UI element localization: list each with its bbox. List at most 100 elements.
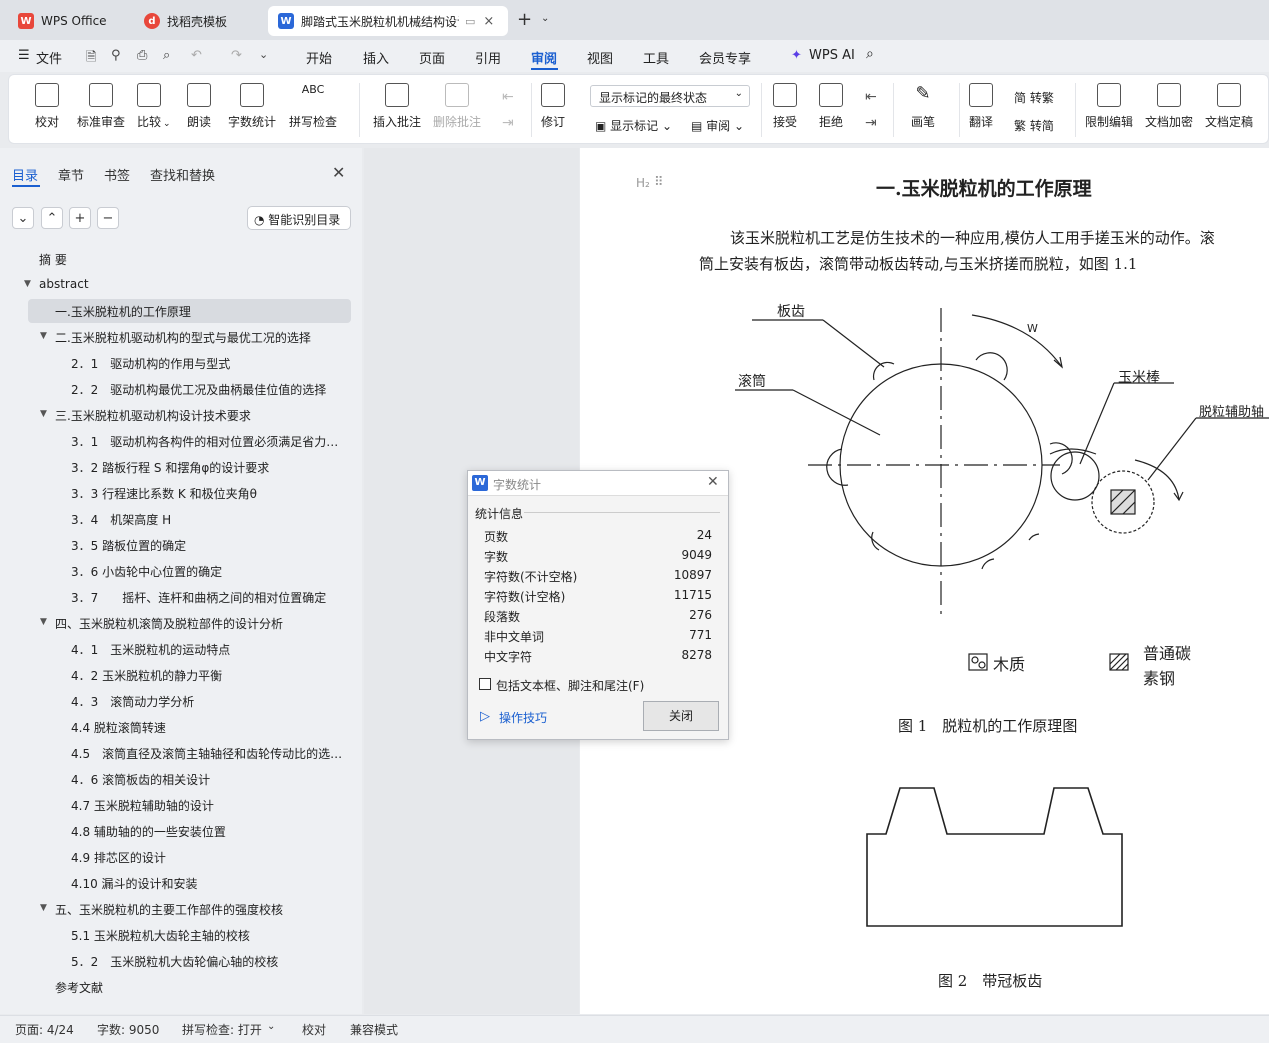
include-textbox-checkbox[interactable] [479,678,491,690]
chevron-down-icon[interactable]: ⌄ [259,48,268,61]
menu-review-active[interactable]: 审阅 [531,48,557,67]
toc-item[interactable]: 4．1 玉米脱粒机的运动特点 [71,641,345,658]
close-tab-icon[interactable]: × [483,14,494,29]
menu-tools[interactable]: 工具 [643,48,669,67]
toc-item[interactable]: 5.1 玉米脱粒机大齿轮主轴的校核 [71,927,345,944]
save-icon[interactable]: 🗎 [86,48,96,70]
tab-document[interactable]: W 脚踏式玉米脱粒机机械结构设计 ▭ × [268,6,508,36]
expand-toggle-icon[interactable]: ▼ [40,331,47,341]
show-markup-button[interactable]: ▣ 显示标记 ⌄ [595,117,672,134]
prev-comment-icon[interactable]: ⇤ [502,89,514,105]
next-change-icon[interactable]: ⇥ [865,115,877,131]
collapse-up-button[interactable]: ⌃ [41,207,63,229]
prev-change-icon[interactable]: ⇤ [865,89,877,105]
tab-wps-office[interactable]: W WPS Office [8,6,128,36]
toc-item[interactable]: 3．5 踏板位置的确定 [71,537,345,554]
toc-item[interactable]: 4.5 滚筒直径及滚筒主轴轴径和齿轮传动比的选… [71,745,345,762]
menu-references[interactable]: 引用 [475,48,501,67]
toc-item[interactable]: 四、玉米脱粒机滚筒及脱粒部件的设计分析 [55,615,345,632]
toc-item[interactable]: 4.7 玉米脱粒辅助轴的设计 [71,797,345,814]
accept-button[interactable]: 接受 [773,83,797,130]
next-comment-icon[interactable]: ⇥ [502,115,514,131]
toc-item[interactable]: 4.4 脱粒滚筒转速 [71,719,345,736]
new-tab-button[interactable]: + [517,9,532,30]
toc-item[interactable]: 2．2 驱动机构最优工况及曲柄最佳位值的选择 [71,381,345,398]
pen-button[interactable]: ✎ 画笔 [911,83,935,130]
toc-item[interactable]: 3．7 摇杆、连杆和曲柄之间的相对位置确定 [71,589,345,606]
status-page[interactable]: 页面: 4/24 [15,1021,74,1038]
status-proof[interactable]: 校对 [302,1021,326,1038]
doc-finalize-button[interactable]: 文档定稿 [1205,83,1253,130]
nav-tab-bookmark[interactable]: 书签 [104,165,130,184]
compare-button[interactable]: 比较 ⌄ [137,83,171,130]
toc-item[interactable]: 5．2 玉米脱粒机大齿轮偏心轴的校核 [71,953,345,970]
toc-item[interactable]: 参考文献 [55,979,345,996]
wps-ai-icon[interactable]: ✦ [791,48,802,63]
toc-item[interactable]: abstract [39,277,345,291]
print-preview-icon[interactable]: ⌕ [163,48,170,63]
nav-tab-find-replace[interactable]: 查找和替换 [150,165,215,184]
menu-insert[interactable]: 插入 [363,48,389,67]
review-pane-button[interactable]: ▤ 审阅 ⌄ [691,117,744,134]
standard-review-button[interactable]: 标准审查 [77,83,125,130]
menu-icon[interactable]: ☰ [18,48,30,63]
menu-file[interactable]: 文件 [36,48,62,67]
menu-home[interactable]: 开始 [306,48,332,67]
translate-button[interactable]: 翻译 [969,83,993,130]
toc-item[interactable]: 4.10 漏斗的设计和安装 [71,875,345,892]
share-icon[interactable]: ⚲ [111,48,121,63]
close-button[interactable]: 关闭 [643,701,719,731]
window-icon[interactable]: ▭ [465,15,475,28]
toc-item[interactable]: 2．1 驱动机构的作用与型式 [71,355,345,372]
smart-toc-button[interactable]: ◔ 智能识别目录 [247,206,351,230]
add-heading-button[interactable]: + [69,207,91,229]
reject-button[interactable]: 拒绝 [819,83,843,130]
nav-tab-chapter[interactable]: 章节 [58,165,84,184]
to-simplified-button[interactable]: 繁 转简 [1014,117,1054,134]
expand-toggle-icon[interactable]: ▼ [24,279,31,289]
redo-icon[interactable]: ↷ [231,48,242,63]
insert-comment-button[interactable]: 插入批注 [373,83,421,130]
toc-item[interactable]: 二.玉米脱粒机驱动机构的型式与最优工况的选择 [55,329,345,346]
toc-item[interactable]: 摘 要 [39,251,345,268]
menu-page[interactable]: 页面 [419,48,445,67]
toc-item[interactable]: 4.8 辅助轴的的一些安装位置 [71,823,345,840]
to-traditional-button[interactable]: 简 转繁 [1014,89,1054,106]
menu-view[interactable]: 视图 [587,48,613,67]
close-pane-icon[interactable]: ✕ [332,163,345,182]
undo-icon[interactable]: ↶ [191,48,202,63]
nav-tab-toc[interactable]: 目录 [12,165,38,184]
doc-encrypt-button[interactable]: 文档加密 [1145,83,1193,130]
markup-state-select[interactable]: 显示标记的最终状态 ⌄ [590,85,750,107]
delete-comment-button[interactable]: 删除批注 [433,83,481,130]
restrict-edit-button[interactable]: 限制编辑 [1085,83,1133,130]
chevron-down-icon[interactable]: ⌄ [267,1021,275,1032]
expand-down-button[interactable]: ⌄ [12,207,34,229]
toc-item[interactable]: 4．2 玉米脱粒机的静力平衡 [71,667,345,684]
toc-item[interactable]: 三.玉米脱粒机驱动机构设计技术要求 [55,407,345,424]
tips-link[interactable]: 操作技巧 [499,709,547,726]
expand-toggle-icon[interactable]: ▼ [40,409,47,419]
menu-member[interactable]: 会员专享 [699,48,751,67]
toc-item[interactable]: 4.9 排芯区的设计 [71,849,345,866]
revise-button[interactable]: 修订 [541,83,565,130]
expand-toggle-icon[interactable]: ▼ [40,903,47,913]
toc-item[interactable]: 五、玉米脱粒机的主要工作部件的强度校核 [55,901,345,918]
toc-item[interactable]: 3．3 行程速比系数 K 和极位夹角θ [71,485,345,502]
word-count-button[interactable]: 字数统计 [228,83,276,130]
toc-item[interactable]: 4．6 滚筒板齿的相关设计 [71,771,345,788]
dialog-close-icon[interactable]: ✕ [707,474,719,490]
status-word-count[interactable]: 字数: 9050 [97,1021,159,1038]
tab-template[interactable]: d 找稻壳模板 [134,6,264,36]
menu-wps-ai[interactable]: WPS AI [809,48,855,63]
print-icon[interactable]: ⎙ [137,48,147,63]
toc-item[interactable]: 3．2 踏板行程 S 和摆角φ的设计要求 [71,459,345,476]
remove-heading-button[interactable]: − [97,207,119,229]
expand-toggle-icon[interactable]: ▼ [40,617,47,627]
toc-item[interactable]: 3．4 机架高度 H [71,511,345,528]
read-aloud-button[interactable]: 朗读 [187,83,211,130]
toc-item[interactable]: 3．1 驱动机构各构件的相对位置必须满足省力… [71,433,345,450]
status-spell-check[interactable]: 拼写检查: 打开 [182,1021,262,1038]
toc-item[interactable]: 3．6 小齿轮中心位置的确定 [71,563,345,580]
proof-button[interactable]: 校对 [35,83,59,130]
